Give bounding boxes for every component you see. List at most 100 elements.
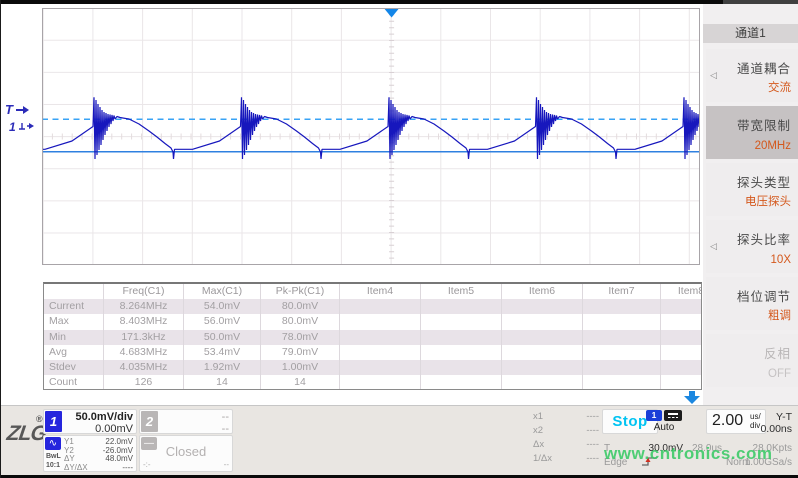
y2-value: -26.0mV [103,446,133,455]
oscilloscope-screen: T 1 Freq(C1)Max(C1)Pk-Pk(C1)Item4Item5It… [0,0,798,478]
chevron-left-icon: ◁ [710,241,717,252]
table-header-row: Freq(C1)Max(C1)Pk-Pk(C1)Item4Item5Item6I… [44,284,701,299]
table-cell [421,360,502,375]
channel1-scale-box[interactable]: 1 50.0mV/div 0.00mV [43,409,137,434]
table-cell [340,314,421,329]
status-bar: ZLG ® 1 50.0mV/div 0.00mV ∿ BwL 10:1 Y12… [0,405,798,475]
table-cell: 80.0mV [261,314,340,329]
table-cell [340,345,421,360]
channel2-scale-box[interactable]: 2 -- -- [139,409,233,434]
table-header-cell: Pk-Pk(C1) [261,284,340,299]
sidebar-item-label: 通道耦合 [737,58,791,77]
table-cell [583,360,661,375]
delta-y-label: ΔY [64,454,75,463]
table-cell [661,345,702,360]
trigger-level-marker[interactable]: T [5,102,30,117]
channel2-detail-box[interactable]: — Closed -:- -- [139,435,233,472]
sidebar-item-value: 交流 [768,79,791,95]
table-header-cell: Item5 [421,284,502,299]
sidebar-item-label: 探头类型 [737,172,791,191]
cursor-dx-row: Δx---- [533,439,599,451]
cursor-value: ---- [586,411,599,423]
table-row-label: Stdev [44,360,104,375]
sidebar-item-label: 探头比率 [737,229,791,248]
sidebar-item-coupling[interactable]: ◁ 通道耦合 交流 [706,49,798,102]
table-cell [340,375,421,390]
table-row-label: Max [44,314,104,329]
trigger-mode: Auto [644,422,684,433]
dc-line-dashed [668,417,678,419]
channel1-detail-box[interactable]: ∿ BwL 10:1 Y122.0mV Y2-26.0mV ΔY48.0mV Δ… [43,435,137,472]
table-cell [421,375,502,390]
channel2-volts-per-div: -- [222,411,229,423]
sidebar-title: 通道1 [703,24,798,43]
trigger-source-badge[interactable]: 1 [646,410,662,421]
cursor-label: x2 [533,425,543,437]
bandwidth-limit-label: BwL [46,453,61,460]
table-cell [661,314,702,329]
table-cell: 79.0mV [261,345,340,360]
rising-edge-icon [641,456,659,467]
sample-rate: 1.00GSa/s [745,457,792,468]
top-border [0,0,798,4]
sidebar-item-label: 档位调节 [737,286,791,305]
table-header-cell: Item6 [502,284,583,299]
sidebar-item-bandwidth-limit[interactable]: 带宽限制 20MHz [706,106,798,159]
table-cell: 14 [261,375,340,390]
table-header-cell: Max(C1) [184,284,261,299]
arrow-head [684,396,700,404]
table-row: Min171.3kHz50.0mV78.0mV [44,330,701,345]
sidebar-item-value: 电压探头 [745,193,791,209]
cursor-label: x1 [533,411,543,423]
sidebar-item-value: 10X [771,254,791,266]
timebase-unit: us/ div [750,412,761,430]
table-cell: 4.683MHz [104,345,184,360]
sidebar-item-label: 带宽限制 [737,115,791,134]
dy-dx-label: ΔY/ΔX [64,463,88,472]
sidebar-item-value: OFF [768,368,791,380]
channel1-offset: 0.00mV [95,423,133,435]
table-row: Max8.403MHz56.0mV80.0mV [44,314,701,329]
table-cell: 171.3kHz [104,330,184,345]
table-cell: 78.0mV [261,330,340,345]
timebase-box[interactable]: 2.00 us/ div [706,409,766,434]
sidebar-item-label: 反相 [764,343,791,362]
table-row-label: Current [44,299,104,314]
channel2-status: Closed [140,444,232,459]
table-cell [502,330,583,345]
chevron-left-icon: ◁ [710,70,717,81]
channel2-offset: -- [222,423,229,435]
sidebar-item-value: 粗调 [768,307,791,323]
table-row: Current8.264MHz54.0mV80.0mV [44,299,701,314]
right-arrow-icon [16,105,30,115]
trigger-level-value: 30.0mV [602,443,683,454]
expand-down-arrow-button[interactable] [684,391,700,404]
time-span: 28.0us [692,443,722,454]
sidebar-item-probe-ratio[interactable]: ◁ 探头比率 10X [706,220,798,273]
sidebar-item-probe-type[interactable]: 探头类型 电压探头 [706,163,798,216]
table-cell [502,345,583,360]
channel1-badge: 1 [45,411,62,432]
ac-coupling-icon: ∿ [45,437,61,450]
table-cell: 14 [184,375,261,390]
sidebar-item-gear-adjust[interactable]: 档位调节 粗调 [706,277,798,330]
table-cell [502,299,583,314]
sidebar-item-value: 20MHz [755,140,791,152]
waveform-display[interactable] [42,8,700,265]
channel1-position-marker[interactable]: 1 [9,120,35,134]
table-cell [661,330,702,345]
dc-line-solid [668,413,678,415]
cursor-inv-dx-row: 1/Δx---- [533,453,599,465]
cursor-value: ---- [586,439,599,451]
trigger-marker-label: T [5,102,13,117]
table-cell [421,330,502,345]
registered-mark: ® [36,414,43,424]
channel2-extra2: -- [224,460,229,469]
table-row-label: Count [44,375,104,390]
grid [42,8,700,265]
table-cell [661,299,702,314]
y2-label: Y2 [64,446,74,455]
table-cell: 50.0mV [184,330,261,345]
table-cell [502,314,583,329]
table-cell [661,360,702,375]
